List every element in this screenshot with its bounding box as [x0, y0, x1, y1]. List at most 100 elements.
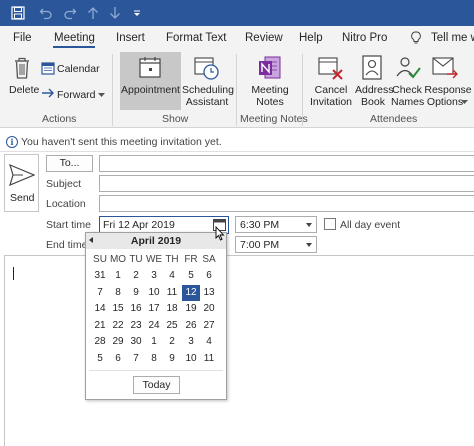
calendar-day[interactable]: 17	[145, 301, 163, 317]
calendar-day[interactable]: 7	[127, 351, 145, 367]
chevron-down-icon	[306, 223, 312, 227]
calendar-day[interactable]: 11	[200, 351, 218, 367]
active-tab-indicator	[53, 46, 95, 48]
tab-meeting[interactable]: Meeting	[54, 32, 95, 44]
calendar-day[interactable]: 29	[109, 334, 127, 350]
calendar-day[interactable]: 6	[109, 351, 127, 367]
group-label-actions: Actions	[42, 113, 77, 125]
calendar-day[interactable]: 27	[200, 318, 218, 334]
calendar-day[interactable]: 18	[163, 301, 181, 317]
save-icon[interactable]	[10, 5, 26, 21]
location-field[interactable]	[99, 195, 474, 212]
to-button[interactable]: To...	[46, 155, 93, 172]
calendar-day[interactable]: 28	[91, 334, 109, 350]
undo-icon[interactable]	[38, 5, 54, 21]
divider	[0, 151, 474, 152]
calendar-day[interactable]: 3	[145, 268, 163, 284]
calendar-day[interactable]: 31	[91, 268, 109, 284]
end-time-dropdown[interactable]: 7:00 PM	[235, 236, 317, 253]
scheduling-label-line2: Assistant	[185, 96, 229, 108]
calendar-day[interactable]: 2	[163, 334, 181, 350]
calendar-day[interactable]: 25	[163, 318, 181, 334]
cancel-invitation-icon	[318, 55, 344, 81]
start-time-value: 6:30 PM	[240, 219, 280, 231]
tell-me-search[interactable]: Tell me w	[431, 32, 474, 44]
end-time-label: End time	[46, 239, 88, 251]
mouse-cursor-icon	[215, 225, 225, 244]
calendar-day[interactable]: 16	[127, 301, 145, 317]
location-label: Location	[46, 198, 86, 210]
tab-help[interactable]: Help	[299, 32, 323, 44]
send-icon	[9, 164, 35, 186]
lightbulb-icon[interactable]	[410, 31, 422, 45]
calendar-day[interactable]: 4	[163, 268, 181, 284]
chevron-down-icon	[98, 93, 105, 97]
calendar-day[interactable]: 7	[91, 285, 109, 301]
to-field[interactable]	[99, 155, 474, 172]
calendar-day[interactable]: 20	[200, 301, 218, 317]
customize-icon[interactable]	[131, 5, 143, 21]
calendar-day[interactable]: 22	[109, 318, 127, 334]
calendar-day[interactable]: 8	[145, 351, 163, 367]
response-options-icon	[432, 55, 458, 81]
start-time-dropdown[interactable]: 6:30 PM	[235, 216, 317, 233]
today-button[interactable]: Today	[133, 376, 180, 394]
redo-icon[interactable]	[62, 5, 78, 21]
ribbon-separator	[112, 54, 113, 126]
tab-nitro-pro[interactable]: Nitro Pro	[342, 32, 387, 44]
calendar-label: Calendar	[57, 63, 100, 75]
message-body[interactable]	[4, 255, 474, 446]
calendar-day[interactable]: 12	[182, 285, 200, 301]
calendar-day[interactable]: 19	[182, 301, 200, 317]
calendar-month-label[interactable]: April 2019	[86, 235, 226, 247]
calendar-day[interactable]: 9	[163, 351, 181, 367]
calendar-day[interactable]: 1	[145, 334, 163, 350]
calendar-day[interactable]: 4	[200, 334, 218, 350]
divider	[89, 370, 223, 371]
calendar-day[interactable]: 21	[91, 318, 109, 334]
calendar-day[interactable]: 6	[200, 268, 218, 284]
calendar-day[interactable]: 30	[127, 334, 145, 350]
tab-review[interactable]: Review	[245, 32, 283, 44]
subject-field[interactable]	[99, 175, 474, 192]
calendar-day[interactable]: 5	[91, 351, 109, 367]
weekday-header: TU	[129, 254, 143, 265]
calendar-day[interactable]: 1	[109, 268, 127, 284]
appointment-label: Appointment	[121, 84, 180, 96]
response-label-line2: Options	[426, 96, 464, 108]
weekday-header: FR	[184, 254, 198, 265]
tab-insert[interactable]: Insert	[116, 32, 145, 44]
calendar-day[interactable]: 2	[127, 268, 145, 284]
start-time-label: Start time	[46, 219, 91, 231]
calendar-day[interactable]: 23	[127, 318, 145, 334]
tab-file[interactable]: File	[13, 32, 32, 44]
weekday-header: SU	[93, 254, 107, 265]
chevron-down-icon	[306, 243, 312, 247]
group-label-meeting-notes: Meeting Notes	[240, 113, 308, 125]
up-arrow-icon[interactable]	[86, 5, 100, 21]
tab-format-text[interactable]: Format Text	[166, 32, 227, 44]
all-day-checkbox[interactable]	[324, 218, 336, 230]
down-arrow-icon[interactable]	[108, 5, 122, 21]
calendar-day[interactable]: 10	[145, 285, 163, 301]
calendar-day[interactable]: 3	[182, 334, 200, 350]
calendar-day[interactable]: 26	[182, 318, 200, 334]
meeting-notes-label-line2: Notes	[256, 96, 284, 108]
address-label-line2: Book	[361, 96, 385, 108]
calendar-day[interactable]: 14	[91, 301, 109, 317]
ribbon-separator	[302, 54, 303, 126]
calendar-day[interactable]: 13	[200, 285, 218, 301]
forward-label: Forward	[57, 89, 96, 101]
all-day-label: All day event	[340, 219, 401, 231]
calendar-day[interactable]: 9	[127, 285, 145, 301]
calendar-day[interactable]: 10	[182, 351, 200, 367]
response-label-line1: Response	[424, 84, 472, 96]
calendar-day[interactable]: 24	[145, 318, 163, 334]
calendar-day[interactable]: 5	[182, 268, 200, 284]
start-date-value: Fri 12 Apr 2019	[103, 219, 175, 231]
calendar-day[interactable]: 11	[163, 285, 181, 301]
calendar-day[interactable]: 8	[109, 285, 127, 301]
weekday-header: MO	[109, 254, 127, 265]
cancel-label-line2: Invitation	[309, 96, 353, 108]
calendar-day[interactable]: 15	[109, 301, 127, 317]
